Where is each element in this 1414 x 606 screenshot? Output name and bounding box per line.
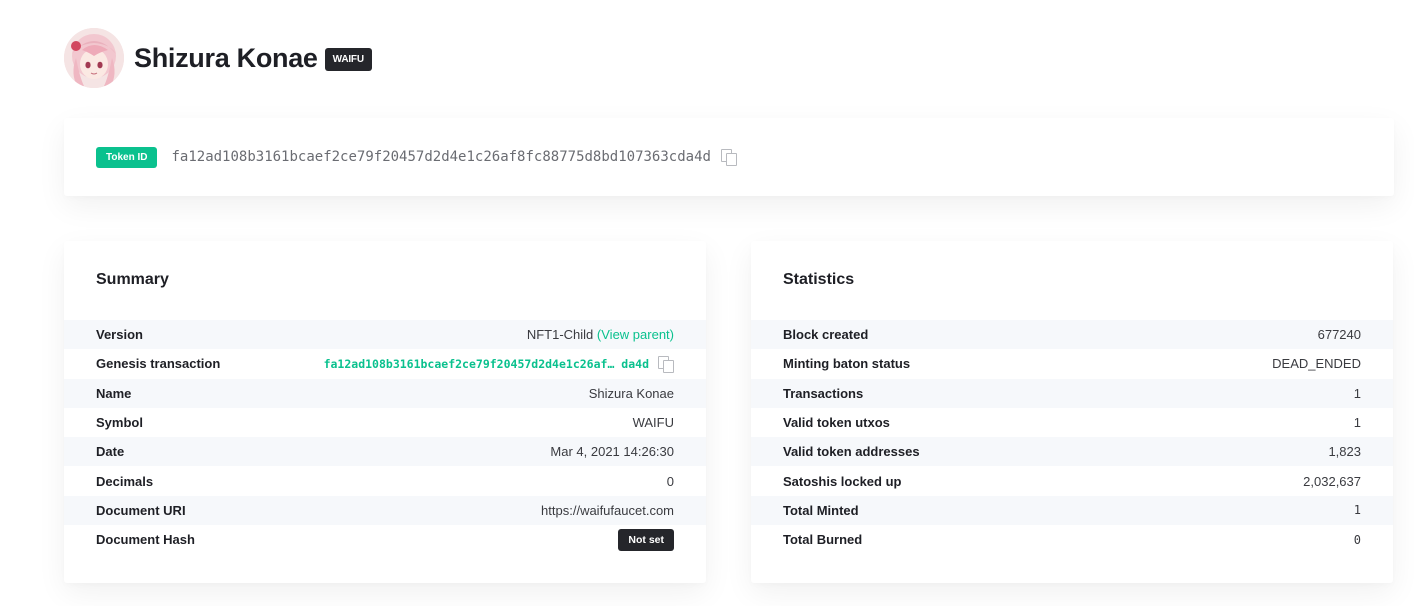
addresses-label: Valid token addresses	[783, 444, 920, 460]
summary-row-decimals: Decimals 0	[64, 466, 706, 495]
addresses-value: 1,823	[1328, 444, 1361, 460]
block-label: Block created	[783, 327, 869, 343]
minted-label: Total Minted	[783, 502, 859, 518]
summary-panel: Summary Version NFT1-Child (View parent)…	[64, 241, 706, 583]
summary-row-date: Date Mar 4, 2021 14:26:30	[64, 437, 706, 467]
symbol-label: Symbol	[96, 415, 143, 431]
avatar-image	[64, 28, 124, 88]
version-label: Version	[96, 327, 143, 343]
token-id-card: Token ID fa12ad108b3161bcaef2ce79f20457d…	[64, 118, 1394, 196]
name-value: Shizura Konae	[588, 385, 674, 401]
burned-value: 0	[1353, 532, 1361, 547]
not-set-badge: Not set	[618, 528, 674, 551]
version-value-group: NFT1-Child (View parent)	[527, 327, 674, 342]
utxos-label: Valid token utxos	[783, 415, 890, 431]
token-id-value: fa12ad108b3161bcaef2ce79f20457d2d4e1c26a…	[171, 149, 711, 165]
stats-row-transactions: Transactions 1	[751, 378, 1393, 408]
baton-label: Minting baton status	[783, 356, 911, 372]
minted-value: 1	[1353, 503, 1361, 518]
block-link[interactable]: 677240	[1318, 327, 1361, 342]
date-label: Date	[96, 444, 125, 460]
transactions-label: Transactions	[783, 385, 864, 401]
view-parent-link[interactable]: (View parent)	[597, 327, 674, 342]
summary-title: Summary	[96, 271, 169, 288]
hash-label: Document Hash	[96, 532, 195, 548]
copy-icon[interactable]	[720, 149, 737, 166]
satoshis-value: 2,032,637	[1303, 473, 1361, 489]
utxos-value: 1	[1353, 415, 1361, 431]
genesis-value-group: fa12ad108b3161bcaef2ce79f20457d2d4e1c26a…	[324, 355, 674, 373]
baton-value: DEAD_ENDED	[1272, 356, 1361, 372]
genesis-link[interactable]: fa12ad108b3161bcaef2ce79f20457d2d4e1c26a…	[324, 357, 649, 371]
statistics-panel: Statistics Block created 677240 Minting …	[751, 241, 1393, 583]
version-value: NFT1-Child	[526, 327, 594, 343]
date-value: Mar 4, 2021 14:26:30	[550, 444, 674, 460]
name-label: Name	[96, 385, 132, 401]
satoshis-label: Satoshis locked up	[783, 473, 902, 489]
stats-row-block: Block created 677240	[751, 320, 1393, 350]
decimals-label: Decimals	[96, 473, 154, 489]
uri-label: Document URI	[96, 502, 186, 518]
decimals-value: 0	[666, 473, 674, 489]
stats-row-satoshis: Satoshis locked up 2,032,637	[751, 466, 1393, 495]
stats-row-minted: Total Minted 1	[751, 495, 1393, 526]
burned-label: Total Burned	[783, 532, 863, 548]
summary-row-version: Version NFT1-Child (View parent)	[64, 320, 706, 350]
summary-row-uri: Document URI https://waifufaucet.com	[64, 495, 706, 526]
symbol-badge: WAIFU	[324, 47, 372, 71]
summary-row-hash: Document Hash Not set	[64, 525, 706, 554]
copy-icon[interactable]	[658, 355, 674, 373]
statistics-rows: Block created 677240 Minting baton statu…	[751, 320, 1393, 554]
genesis-label: Genesis transaction	[96, 356, 221, 372]
statistics-title: Statistics	[783, 271, 855, 288]
document-uri-link[interactable]: https://waifufaucet.com	[541, 503, 674, 518]
transactions-value: 1	[1353, 385, 1361, 401]
stats-row-baton: Minting baton status DEAD_ENDED	[751, 349, 1393, 378]
token-header: Shizura Konae WAIFU	[64, 28, 372, 88]
token-name: Shizura Konae	[134, 42, 318, 73]
token-id-badge: Token ID	[96, 146, 158, 168]
summary-rows: Version NFT1-Child (View parent) Genesis…	[64, 320, 706, 554]
stats-row-burned: Total Burned 0	[751, 525, 1393, 554]
symbol-value: WAIFU	[632, 415, 674, 431]
summary-row-genesis: Genesis transaction fa12ad108b3161bcaef2…	[64, 349, 706, 378]
stats-row-addresses: Valid token addresses 1,823	[751, 437, 1393, 467]
summary-row-name: Name Shizura Konae	[64, 378, 706, 408]
avatar	[64, 28, 124, 88]
stats-row-utxos: Valid token utxos 1	[751, 408, 1393, 437]
summary-row-symbol: Symbol WAIFU	[64, 408, 706, 437]
